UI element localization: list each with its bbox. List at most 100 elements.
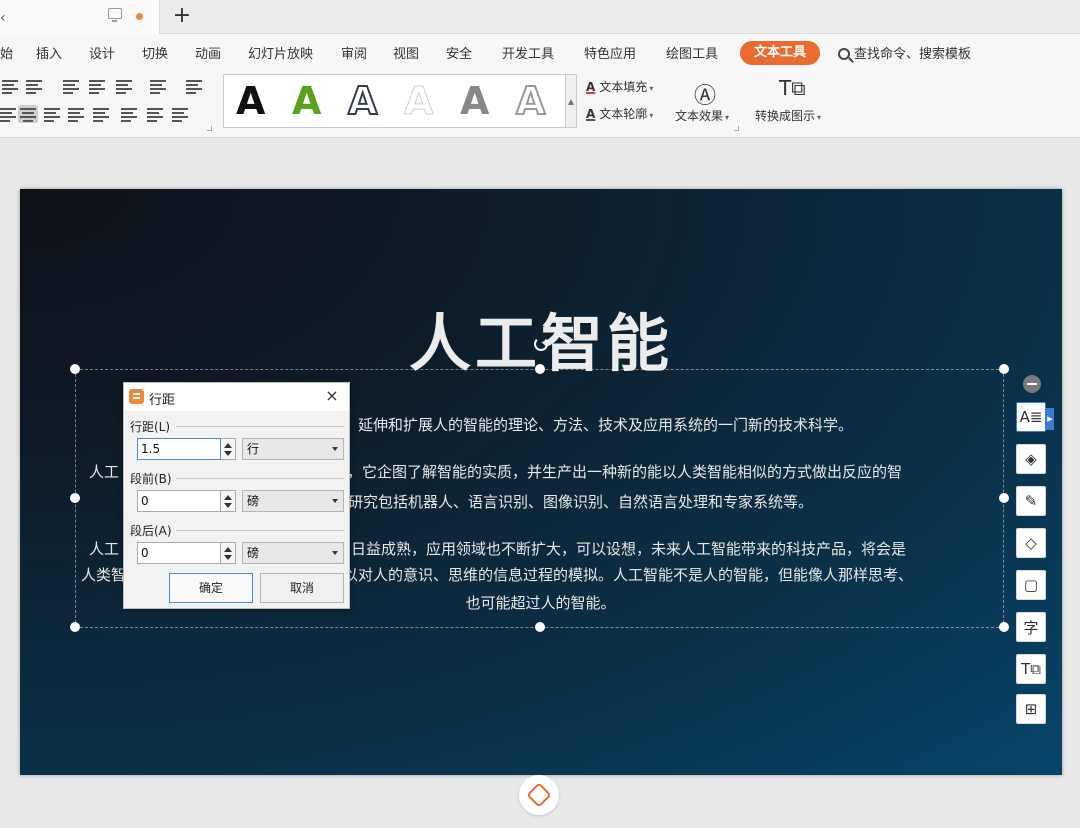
expand-arrow-icon[interactable]: ▶ <box>1046 408 1054 430</box>
text-effect-button[interactable]: 文本效果 ▾ <box>675 107 729 124</box>
text-fill-button[interactable]: A 文本填充 ▾ <box>586 78 653 95</box>
resize-handle-se[interactable] <box>999 622 1009 632</box>
section-divider <box>176 426 344 427</box>
text-style-5[interactable]: A <box>460 81 489 121</box>
app-icon <box>129 389 144 404</box>
menu-security[interactable]: 安全 <box>446 43 472 62</box>
numbering-icon[interactable] <box>26 79 44 94</box>
menu-start[interactable]: 始 <box>0 43 13 62</box>
cancel-button[interactable]: 取消 <box>260 573 344 603</box>
paragraph-settings-icon[interactable] <box>172 107 190 122</box>
align-left-icon[interactable] <box>0 107 18 122</box>
menu-insert[interactable]: 插入 <box>36 43 62 62</box>
text-box-tool-icon[interactable]: A≣ <box>1016 402 1046 432</box>
menu-developer[interactable]: 开发工具 <box>502 43 554 62</box>
tab-edge-icon: ‹ <box>0 10 6 26</box>
align-text-icon[interactable] <box>150 79 168 94</box>
space-after-unit-select[interactable]: 磅 <box>242 542 344 564</box>
line-spacing-input[interactable]: 1.5 <box>137 438 221 460</box>
body-line-5b: 以对人的意识、思维的信息过程的模拟。人工智能不是人的智能，但能像人那样思考、 <box>343 566 914 584</box>
align-right-icon[interactable] <box>44 107 62 122</box>
collapse-toolbar-icon[interactable] <box>1023 375 1041 393</box>
pen-icon[interactable]: ✎ <box>1016 486 1046 516</box>
text-outline-icon: A <box>586 107 596 121</box>
space-before-input[interactable]: 0 <box>137 490 221 512</box>
text-effect-icon[interactable]: Ⓐ <box>694 78 716 110</box>
resize-handle-n[interactable] <box>535 364 545 374</box>
search-icon <box>838 48 850 60</box>
convert-diagram-button[interactable]: 转换成图示 ▾ <box>755 107 821 124</box>
bullets-icon[interactable] <box>2 79 20 94</box>
text-style-1[interactable]: A <box>236 81 265 121</box>
resize-handle-ne[interactable] <box>999 364 1009 374</box>
columns-icon[interactable] <box>186 79 204 94</box>
new-tab-button[interactable]: + <box>172 2 192 30</box>
line-spacing-unit-value: 行 <box>247 442 260 456</box>
menu-review[interactable]: 审阅 <box>341 43 367 62</box>
section-divider <box>176 478 344 479</box>
menu-transition[interactable]: 切换 <box>142 43 168 62</box>
resize-handle-s[interactable] <box>535 622 545 632</box>
justify-icon[interactable] <box>68 107 86 122</box>
space-before-stepper[interactable] <box>221 490 236 512</box>
text-style-3[interactable]: A <box>347 80 378 122</box>
assistant-icon <box>526 782 552 808</box>
resize-handle-nw[interactable] <box>70 364 80 374</box>
menu-view[interactable]: 视图 <box>393 43 419 62</box>
text-outline-label: 文本轮廓 <box>599 107 648 121</box>
chevron-down-icon <box>332 447 338 451</box>
fill-icon[interactable]: ◇ <box>1016 528 1046 558</box>
menu-text-tools[interactable]: 文本工具 <box>740 41 820 65</box>
body-line-1: 延伸和扩展人的智能的理论、方法、技术及应用系统的一门新的技术科学。 <box>358 416 854 434</box>
space-before-unit-select[interactable]: 磅 <box>242 490 344 512</box>
border-icon[interactable]: ▢ <box>1016 570 1046 600</box>
convert-diagram-icon[interactable]: T⧉ <box>779 76 806 100</box>
text-outline-button[interactable]: A 文本轮廓 ▾ <box>586 105 653 122</box>
resize-handle-e[interactable] <box>999 493 1009 503</box>
more-tools-icon[interactable]: ⊞ <box>1016 694 1046 724</box>
monitor-icon[interactable] <box>108 8 122 22</box>
resize-handle-w[interactable] <box>70 493 80 503</box>
text-style-6[interactable]: A <box>515 80 546 122</box>
line-spacing-unit-select[interactable]: 行 <box>242 438 344 460</box>
close-icon[interactable]: × <box>322 386 342 406</box>
distributed-icon[interactable] <box>93 107 111 122</box>
assistant-logo[interactable] <box>519 775 559 815</box>
command-search-label: 查找命令、搜索模板 <box>854 47 972 62</box>
space-after-stepper[interactable] <box>221 542 236 564</box>
document-tab[interactable]: ‹ <box>0 0 160 34</box>
body-line-2a: 人工 <box>89 463 120 481</box>
decrease-indent-icon[interactable] <box>63 79 81 94</box>
line-spacing-stepper[interactable] <box>221 438 236 460</box>
layers-icon[interactable]: ◈ <box>1016 444 1046 474</box>
menu-bar: 始 插入 设计 切换 动画 幻灯片放映 审阅 视图 安全 开发工具 特色应用 绘… <box>0 34 1080 70</box>
menu-design[interactable]: 设计 <box>89 43 115 62</box>
text-style-4[interactable]: A <box>403 81 433 122</box>
menu-animation[interactable]: 动画 <box>195 43 221 62</box>
convert-text-icon[interactable]: T⧉ <box>1016 654 1046 684</box>
paragraph-group-launcher[interactable] <box>207 126 212 131</box>
paragraph-spacing-icon[interactable] <box>147 107 165 122</box>
text-fill-icon: A <box>586 80 596 94</box>
ok-button[interactable]: 确定 <box>169 573 253 603</box>
ribbon: A A A A A A ▲ A 文本填充 ▾ A 文本轮廓 ▾ Ⓐ 文本效果 ▾ T⧉ 转… <box>0 70 1080 138</box>
menu-drawing-tools[interactable]: 绘图工具 <box>666 43 718 62</box>
text-group-launcher[interactable] <box>734 126 739 131</box>
font-icon[interactable]: 字 <box>1016 612 1046 642</box>
body-line-4a: 人工 <box>89 540 120 558</box>
menu-features[interactable]: 特色应用 <box>584 43 636 62</box>
resize-handle-sw[interactable] <box>70 622 80 632</box>
rotate-handle[interactable] <box>534 337 548 351</box>
text-style-2[interactable]: A <box>292 81 321 121</box>
increase-indent-icon[interactable] <box>89 79 107 94</box>
body-line-3: 研究包括机器人、语言识别、图像识别、自然语言处理和专家系统等。 <box>348 493 814 511</box>
menu-slideshow[interactable]: 幻灯片放映 <box>248 43 313 62</box>
line-spacing-icon[interactable] <box>121 107 139 122</box>
text-direction-icon[interactable] <box>116 79 134 94</box>
space-before-unit-value: 磅 <box>247 494 260 508</box>
space-after-input[interactable]: 0 <box>137 542 221 564</box>
command-search[interactable]: 查找命令、搜索模板 <box>838 43 971 62</box>
tab-strip: ‹ + <box>0 0 1080 34</box>
gallery-scroll-button[interactable]: ▲ <box>566 74 577 128</box>
align-center-icon[interactable] <box>18 105 38 123</box>
